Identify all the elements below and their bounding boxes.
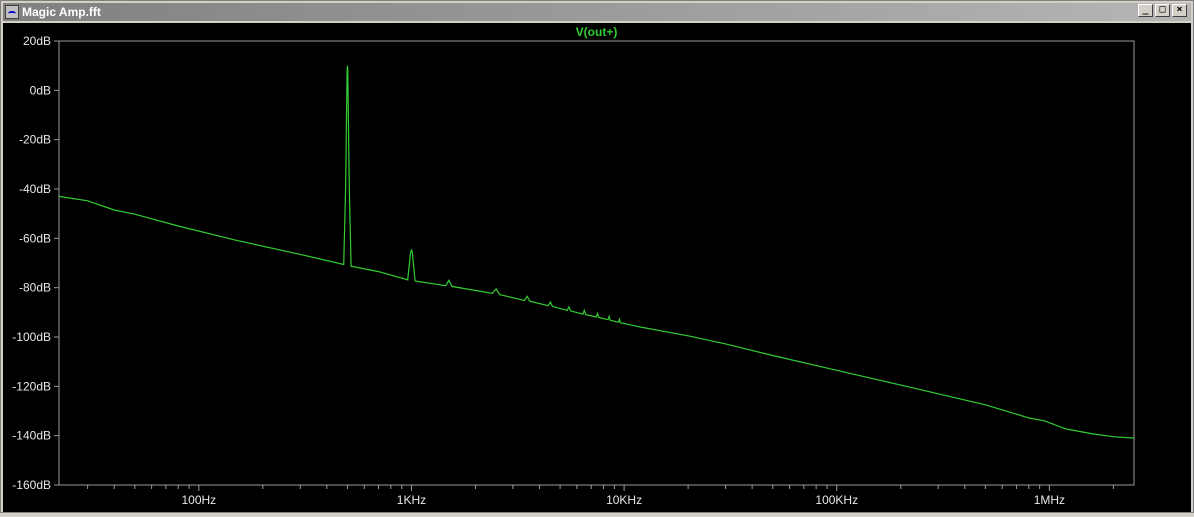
y-tick-label: -140dB [12,429,51,443]
minimize-button[interactable]: _ [1138,4,1153,17]
y-tick-label: -20dB [19,133,51,147]
app-window: Magic Amp.fft _ □ × V(out+) 20dB 0dB -20dB… [0,0,1194,513]
y-tick-label: -80dB [19,281,51,295]
y-tick-label: -40dB [19,182,51,196]
x-tick-label: 100KHz [815,493,858,507]
fft-chart[interactable]: V(out+) 20dB 0dB -20dB -40dB -60dB -80dB -100d… [3,23,1191,512]
plot-frame [58,40,1135,486]
title-bar[interactable]: Magic Amp.fft _ □ × [3,3,1191,21]
close-button[interactable]: × [1172,4,1187,17]
y-tick-label: -60dB [19,231,51,245]
waveform-app-icon [5,5,19,19]
x-tick-label: 100Hz [181,493,216,507]
x-tick-label: 1KHz [397,493,426,507]
trace-line [58,65,1135,439]
y-tick-label: 20dB [23,34,51,48]
x-axis: 100Hz 1KHz 10KHz 100KHz 1MHz [87,485,1114,507]
y-tick-label: -120dB [12,379,51,393]
plot-area[interactable]: V(out+) 20dB 0dB -20dB -40dB -60dB -80dB -100d… [3,23,1191,512]
x-tick-label: 10KHz [606,493,642,507]
y-tick-label: 0dB [30,83,51,97]
maximize-button[interactable]: □ [1155,4,1170,17]
window-controls: _ □ × [1138,4,1187,17]
y-tick-label: -100dB [12,330,51,344]
x-tick-label: 1MHz [1034,493,1065,507]
window-title: Magic Amp.fft [22,5,101,19]
y-axis: 20dB 0dB -20dB -40dB -60dB -80dB -100dB -120dB -… [12,34,59,492]
chart-title: V(out+) [576,25,618,39]
y-tick-label: -160dB [12,478,51,492]
